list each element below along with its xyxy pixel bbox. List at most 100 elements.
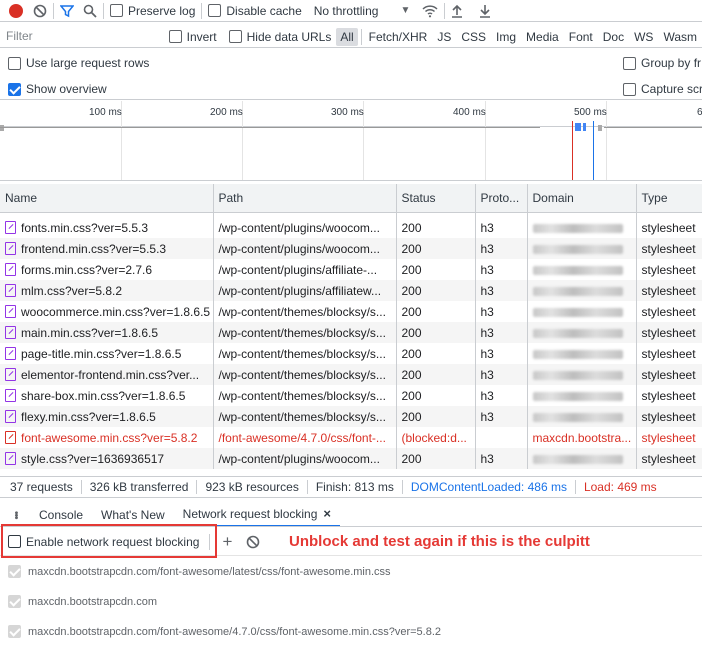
- table-row[interactable]: elementor-frontend.min.css?ver... /wp-con…: [0, 364, 702, 385]
- redacted-domain: [532, 391, 623, 401]
- table-row[interactable]: mlm.css?ver=5.8.2/wp-content/plugins/aff…: [0, 280, 702, 301]
- request-path: /wp-content/plugins/affiliatew...: [213, 280, 397, 301]
- table-row[interactable]: style.css?ver=1636936517/wp-content/plug…: [0, 448, 702, 469]
- column-header-protocol[interactable]: Proto...: [475, 184, 528, 213]
- type-filter-all[interactable]: All: [336, 27, 358, 46]
- add-pattern-button[interactable]: +: [222, 532, 232, 552]
- table-row[interactable]: forms.min.css?ver=2.7.6/wp-content/plugi…: [0, 259, 702, 280]
- column-header-type[interactable]: Type: [636, 184, 702, 213]
- throttling-value: No throttling: [313, 3, 379, 18]
- table-row[interactable]: share-box.min.css?ver=1.8.6.5/wp-content…: [0, 385, 702, 406]
- blocked-pattern-item[interactable]: maxcdn.bootstrapcdn.com/font-awesome/lat…: [8, 565, 391, 578]
- clear-icon[interactable]: [33, 4, 47, 18]
- filter-input[interactable]: Filter: [0, 27, 155, 47]
- hide-data-urls-checkbox[interactable]: [228, 30, 242, 43]
- type-filter-css[interactable]: CSS: [457, 30, 490, 44]
- table-row[interactable]: woocommerce.min.css?ver=1.8.6.5/wp-conte…: [0, 301, 702, 322]
- show-overview-checkbox[interactable]: [8, 82, 21, 96]
- invert-checkbox[interactable]: [168, 30, 182, 43]
- css-file-icon: [5, 367, 16, 381]
- blocked-pattern-item[interactable]: maxcdn.bootstrapcdn.com: [8, 595, 157, 608]
- request-name: woocommerce.min.css?ver=1.8.6.5: [21, 304, 211, 319]
- separator: [103, 2, 104, 19]
- download-icon[interactable]: [479, 4, 491, 18]
- tab-console[interactable]: Console: [30, 503, 92, 526]
- blocked-pattern-item[interactable]: maxcdn.bootstrapcdn.com/font-awesome/4.7…: [8, 625, 441, 638]
- request-domain: [527, 385, 637, 406]
- table-row[interactable]: main.min.css?ver=1.8.6.5/wp-content/them…: [0, 322, 702, 343]
- show-overview-label: Show overview: [26, 82, 107, 96]
- request-domain: [527, 259, 637, 280]
- group-by-frame-label: Group by fr: [641, 56, 702, 70]
- request-protocol: h3: [475, 322, 528, 343]
- tab-label: Network request blocking: [182, 506, 318, 521]
- chevron-down-icon: ▼: [400, 5, 411, 16]
- type-filter-wasm[interactable]: Wasm: [659, 30, 701, 44]
- request-name: flexy.min.css?ver=1.8.6.5: [21, 409, 156, 424]
- request-status: 200: [396, 448, 476, 469]
- table-row-blocked[interactable]: font-awesome.min.css?ver=5.8.2/font-awes…: [0, 427, 702, 448]
- request-path: /wp-content/themes/blocksy/s...: [213, 322, 397, 343]
- summary-bar: 37 requests 326 kB transferred 923 kB re…: [0, 476, 702, 498]
- table-row[interactable]: page-title.min.css?ver=1.8.6.5/wp-conten…: [0, 343, 702, 364]
- request-type: stylesheet: [641, 262, 696, 277]
- tab-whats-new[interactable]: What's New: [92, 503, 174, 526]
- redacted-domain: [532, 286, 623, 296]
- type-filter-doc[interactable]: Doc: [599, 30, 628, 44]
- tick-label: 6: [697, 107, 702, 118]
- close-icon[interactable]: ×: [323, 506, 331, 521]
- throttling-select[interactable]: No throttling ▼: [314, 4, 411, 18]
- request-type: stylesheet: [636, 406, 702, 427]
- filter-icon[interactable]: [60, 4, 74, 18]
- separator: [201, 2, 203, 19]
- request-table: Name Path Status Proto... Domain Type fo…: [0, 184, 702, 470]
- table-row[interactable]: frontend.min.css?ver=5.5.3/wp-content/pl…: [0, 238, 702, 259]
- search-icon[interactable]: [83, 4, 97, 18]
- record-icon[interactable]: [9, 3, 23, 18]
- overview-selection-right-handle[interactable]: [598, 125, 602, 131]
- css-file-icon: [5, 451, 16, 465]
- pattern-text: maxcdn.bootstrapcdn.com/font-awesome/4.7…: [28, 625, 441, 638]
- type-filter-fetch-xhr[interactable]: Fetch/XHR: [365, 30, 432, 44]
- redacted-domain: [532, 307, 623, 317]
- transferred-size: 326 kB transferred: [82, 480, 198, 494]
- column-header-domain[interactable]: Domain: [527, 184, 637, 213]
- large-rows-checkbox[interactable]: [8, 56, 21, 70]
- css-file-icon: [5, 220, 16, 234]
- type-filter-font[interactable]: Font: [565, 30, 597, 44]
- request-name: page-title.min.css?ver=1.8.6.5: [21, 346, 182, 361]
- column-header-name[interactable]: Name: [0, 184, 214, 213]
- drawer-menu-icon[interactable]: •••: [0, 511, 30, 519]
- overview-timeline[interactable]: 100 ms 200 ms 300 ms 400 ms 500 ms 6: [0, 101, 702, 181]
- pattern-checkbox[interactable]: [8, 595, 21, 608]
- column-header-status[interactable]: Status: [396, 184, 476, 213]
- tab-network-request-blocking[interactable]: Network request blocking ×: [173, 503, 340, 526]
- table-row[interactable]: flexy.min.css?ver=1.8.6.5/wp-content/the…: [0, 406, 702, 427]
- remove-all-patterns-icon[interactable]: [246, 535, 260, 549]
- request-path: /wp-content/plugins/woocom...: [213, 238, 397, 259]
- type-filter-js[interactable]: JS: [433, 30, 455, 44]
- disable-cache-checkbox[interactable]: [208, 4, 222, 17]
- type-filter-img[interactable]: Img: [492, 30, 520, 44]
- request-domain: [527, 217, 637, 238]
- group-by-frame-checkbox[interactable]: [623, 56, 636, 70]
- request-domain: [527, 406, 637, 427]
- request-type: stylesheet: [636, 322, 702, 343]
- request-status: 200: [396, 259, 476, 280]
- request-path: /wp-content/plugins/woocom...: [213, 217, 397, 238]
- pattern-checkbox[interactable]: [8, 625, 21, 638]
- wifi-settings-icon[interactable]: [422, 4, 438, 18]
- type-filter-ws[interactable]: WS: [630, 30, 657, 44]
- pattern-checkbox[interactable]: [8, 565, 21, 578]
- upload-icon[interactable]: [451, 4, 463, 18]
- preserve-log-checkbox[interactable]: [110, 4, 123, 17]
- css-file-icon: [5, 283, 16, 297]
- capture-screenshots-checkbox[interactable]: [623, 82, 636, 96]
- type-filter-media[interactable]: Media: [522, 30, 563, 44]
- overview-selection-left-handle[interactable]: [0, 125, 4, 131]
- table-row[interactable]: fonts.min.css?ver=5.5.3/wp-content/plugi…: [0, 217, 702, 238]
- resources-size: 923 kB resources: [197, 480, 308, 494]
- column-header-path[interactable]: Path: [213, 184, 397, 213]
- request-name: elementor-frontend.min.css?ver...: [21, 367, 200, 382]
- request-protocol: h3: [475, 280, 528, 301]
